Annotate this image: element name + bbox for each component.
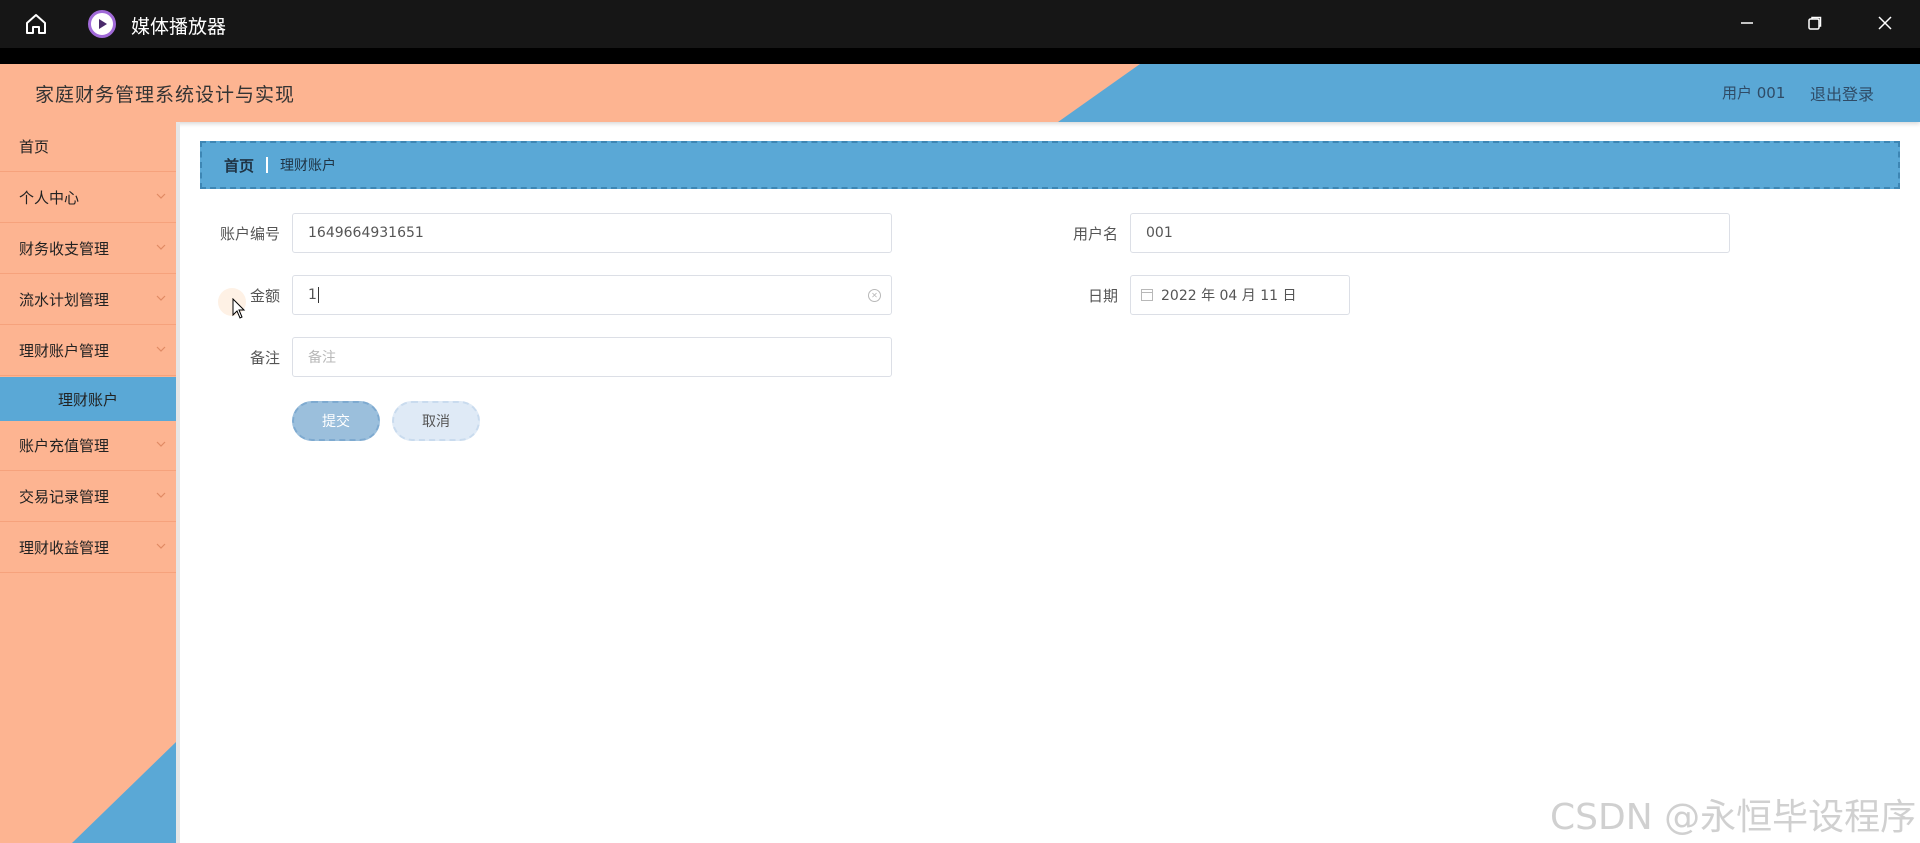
sidebar-item-cashflow-plan[interactable]: 流水计划管理: [0, 275, 176, 325]
sidebar-subitem-label: 理财账户: [57, 390, 118, 409]
sidebar-divider: [176, 122, 180, 843]
chevron-down-icon: [156, 295, 166, 301]
close-icon[interactable]: [1870, 8, 1900, 38]
sidebar-item-label: 理财账户管理: [19, 342, 110, 360]
amount-value: 1: [308, 287, 317, 303]
sidebar-item-transaction-records[interactable]: 交易记录管理: [0, 472, 176, 522]
restore-icon[interactable]: [1800, 8, 1830, 38]
sidebar-item-home[interactable]: 首页: [0, 122, 176, 172]
current-user-label: 用户 001: [1722, 84, 1786, 102]
submit-button[interactable]: 提交: [292, 401, 380, 441]
account-no-field[interactable]: 1649664931651: [292, 213, 892, 253]
sidebar-item-label: 流水计划管理: [19, 291, 110, 309]
text-caret: [317, 287, 319, 303]
sidebar-subitem-investment-account[interactable]: 理财账户: [0, 377, 176, 421]
home-icon[interactable]: [20, 10, 52, 38]
clear-icon[interactable]: ✕: [868, 289, 881, 302]
username-field[interactable]: 001: [1130, 213, 1730, 253]
logout-button[interactable]: 退出登录: [1810, 81, 1874, 105]
breadcrumb: 首页 理财账户: [200, 141, 1900, 189]
media-player-logo-icon: [88, 10, 116, 38]
mouse-cursor-icon: [232, 298, 246, 319]
minimize-icon[interactable]: [1732, 8, 1762, 38]
sidebar-item-account-recharge[interactable]: 账户充值管理: [0, 421, 176, 471]
sidebar-item-personal-center[interactable]: 个人中心: [0, 173, 176, 223]
sidebar-corner-decoration: [72, 742, 176, 843]
sidebar-item-label: 首页: [19, 138, 50, 156]
sidebar: 首页 个人中心 财务收支管理 流水计划管理 理财账户管理 理财账户 账户充值管理…: [0, 122, 176, 843]
sidebar-item-label: 交易记录管理: [19, 488, 110, 506]
remark-placeholder: 备注: [308, 350, 336, 366]
sidebar-item-finance-income-expense[interactable]: 财务收支管理: [0, 224, 176, 274]
app-header: 家庭财务管理系统设计与实现 用户 001 退出登录: [0, 64, 1920, 122]
breadcrumb-separator: [266, 157, 269, 173]
calendar-icon: [1141, 289, 1153, 301]
breadcrumb-current: 理财账户: [280, 158, 337, 174]
chevron-down-icon: [156, 441, 166, 447]
remark-field[interactable]: 备注: [292, 337, 892, 377]
cancel-button[interactable]: 取消: [392, 401, 480, 441]
username-label: 用户名: [1072, 225, 1118, 243]
breadcrumb-home-link[interactable]: 首页: [224, 155, 254, 176]
remark-label: 备注: [249, 349, 280, 367]
player-title: 媒体播放器: [131, 16, 227, 38]
amount-field[interactable]: 1 ✕: [292, 275, 892, 315]
chevron-down-icon: [156, 346, 166, 352]
sidebar-item-investment-account-mgmt[interactable]: 理财账户管理: [0, 326, 176, 376]
window-frame-strip: [0, 48, 1920, 64]
date-label: 日期: [1087, 287, 1118, 305]
username-value: 001: [1146, 225, 1173, 241]
account-no-label: 账户编号: [219, 225, 280, 243]
chevron-down-icon: [156, 244, 166, 250]
chevron-down-icon: [156, 543, 166, 549]
date-picker[interactable]: 2022 年 04 月 11 日: [1130, 275, 1350, 315]
account-no-value: 1649664931651: [308, 225, 424, 241]
chevron-down-icon: [156, 193, 166, 199]
watermark: CSDN @永恒毕设程序: [1550, 797, 1917, 838]
sidebar-item-label: 账户充值管理: [19, 437, 110, 455]
app-title: 家庭财务管理系统设计与实现: [35, 84, 296, 106]
player-title-bar: 媒体播放器: [0, 0, 1920, 48]
sidebar-item-label: 理财收益管理: [19, 539, 110, 557]
date-value: 2022 年 04 月 11 日: [1161, 288, 1297, 304]
sidebar-item-investment-income[interactable]: 理财收益管理: [0, 523, 176, 573]
chevron-down-icon: [156, 492, 166, 498]
sidebar-item-label: 财务收支管理: [19, 240, 110, 258]
sidebar-item-label: 个人中心: [19, 189, 80, 207]
